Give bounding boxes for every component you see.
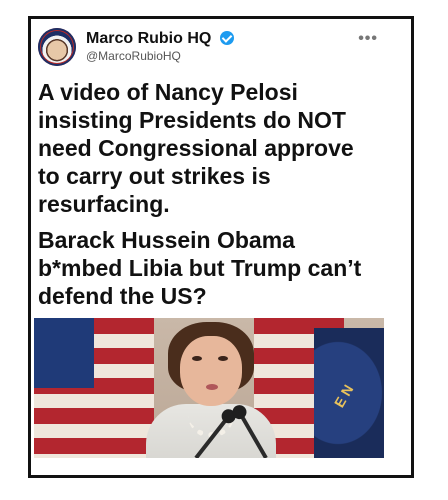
face bbox=[180, 336, 242, 406]
left-eye bbox=[192, 356, 202, 361]
author-name[interactable]: Marco Rubio HQ bbox=[86, 30, 234, 48]
tweet-media-image[interactable]: E N bbox=[34, 318, 384, 458]
avatar-image bbox=[41, 31, 73, 63]
us-flag-left bbox=[34, 318, 154, 458]
more-options-icon[interactable]: ••• bbox=[358, 30, 378, 48]
tweet-text-paragraph-2: Barack Hussein Obama b*mbed Libia but Tr… bbox=[38, 227, 362, 309]
right-eye bbox=[218, 356, 228, 361]
tweet-card: Marco Rubio HQ @MarcoRubioHQ ••• A video… bbox=[34, 28, 384, 310]
verified-badge-icon bbox=[219, 31, 234, 45]
tweet-text-paragraph-1: A video of Nancy Pelosi insisting Presid… bbox=[38, 79, 354, 217]
tweet-header: Marco Rubio HQ @MarcoRubioHQ ••• bbox=[34, 28, 384, 78]
mouth bbox=[206, 384, 218, 390]
author-handle[interactable]: @MarcoRubioHQ bbox=[86, 49, 181, 63]
author-name-text: Marco Rubio HQ bbox=[86, 30, 212, 47]
house-seal: E N bbox=[314, 328, 384, 458]
avatar[interactable] bbox=[38, 28, 76, 66]
seal-text: E N bbox=[330, 381, 357, 411]
